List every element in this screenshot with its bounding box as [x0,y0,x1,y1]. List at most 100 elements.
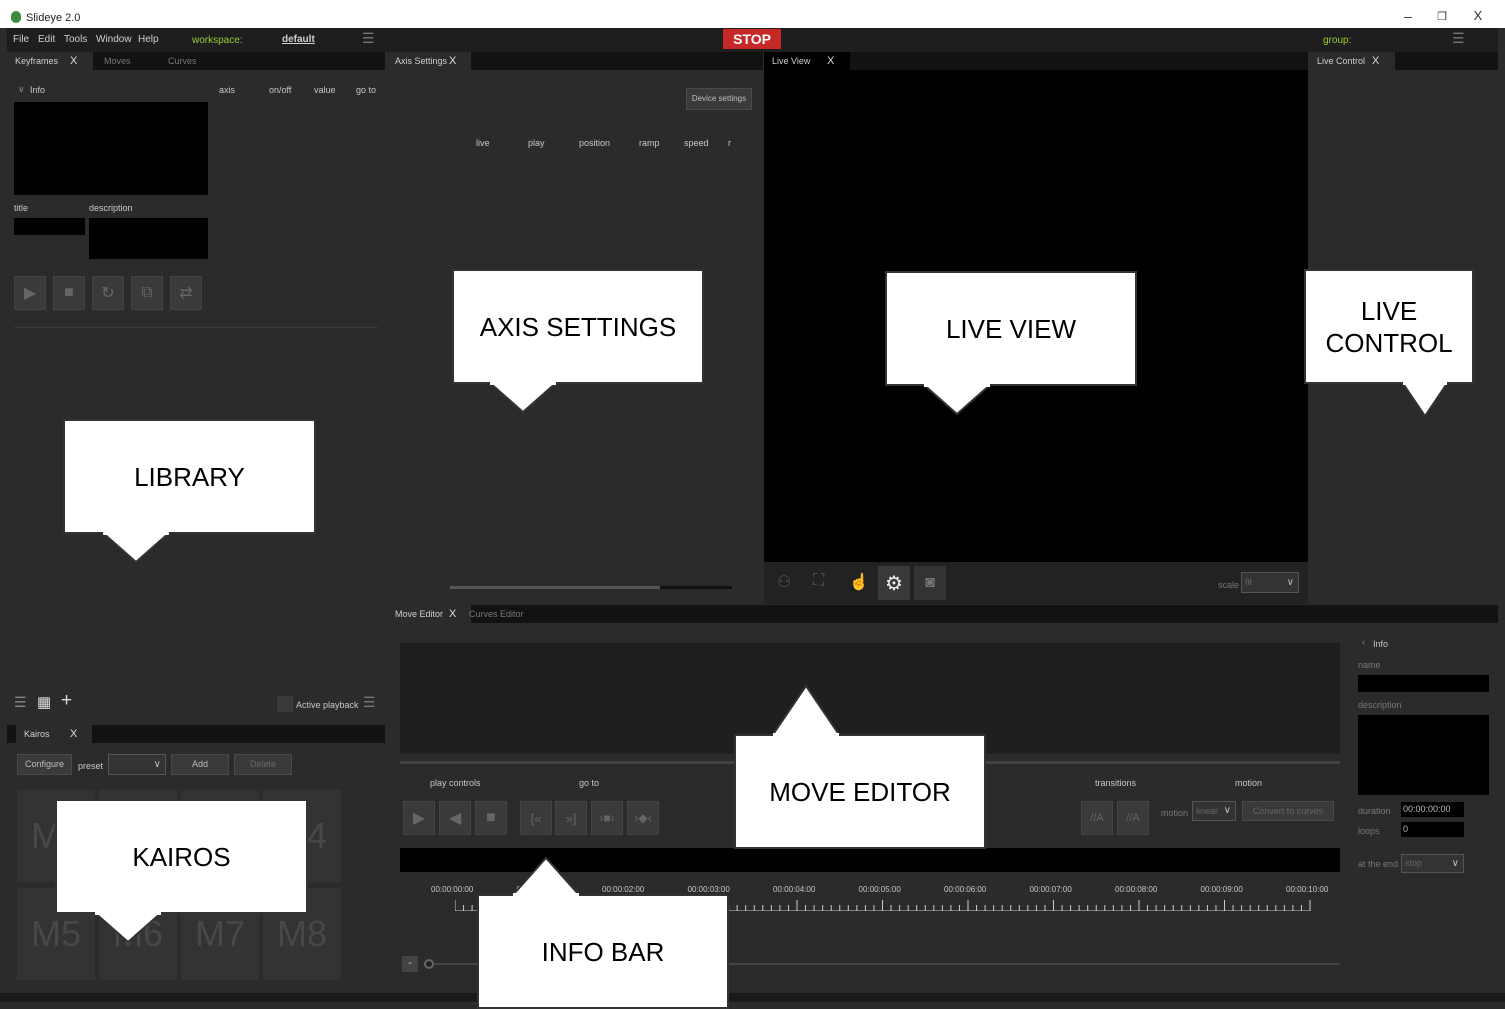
stop-button[interactable]: STOP [723,29,781,49]
group-menu-icon[interactable]: ☰ [1452,30,1465,47]
restore-button[interactable]: ❐ [1432,10,1452,23]
goto-start-icon: [« [530,810,542,826]
timecode-label: 00:00:06:00 [944,885,987,894]
at-the-end-select[interactable]: stop ∨ [1401,854,1464,873]
callout-info-bar: INFO BAR [477,894,729,1009]
tab-live-control[interactable]: Live Control [1309,52,1395,70]
video-camera-icon[interactable]: ⚇ [777,572,791,592]
column-speed: speed [684,138,709,148]
tab-curves-editor[interactable]: Curves Editor [461,605,524,623]
tab-move-editor[interactable]: Move Editor [387,605,471,623]
plus-icon[interactable]: + [61,690,72,712]
motion-select[interactable]: linear ∨ [1192,801,1236,821]
callout-live-control-line1: LIVE [1360,295,1418,326]
close-axis-tab-icon[interactable]: X [449,52,456,70]
tab-curves[interactable]: Curves [160,52,197,70]
reverse-move-button[interactable]: ◀ [439,801,471,835]
column-onoff: on/off [269,85,292,95]
stop-move-button[interactable]: ■ [475,801,507,835]
touch-icon[interactable]: ☝ [849,572,869,592]
capture-keyframe-button[interactable]: ⧉ [131,276,163,310]
transition-out-button[interactable]: //A [1117,801,1149,835]
axis-tabstrip: Axis Settings X [387,52,763,70]
chevron-down-icon: ∨ [153,759,161,770]
settings-button[interactable]: ⚙ [878,566,910,600]
live-view-tabstrip: Live View X [764,52,1308,70]
motion-value: linear [1196,806,1219,816]
at-the-end-value: stop [1405,858,1423,868]
close-move-editor-tab-icon[interactable]: X [449,605,456,623]
title-input[interactable] [14,218,85,235]
active-playback-checkbox[interactable] [277,696,293,712]
convert-to-curves-button[interactable]: Convert to curves [1242,801,1334,821]
description-side-label: description [1358,700,1402,710]
goto-out-button[interactable]: ›◆‹ [627,801,659,835]
update-keyframe-button[interactable]: ⇄ [170,276,202,310]
axis-horizontal-scrollbar[interactable] [450,586,660,589]
focus-icon[interactable]: ⛶ [813,572,824,590]
zoom-out-button[interactable]: - [402,956,418,972]
stop-keyframe-button[interactable]: ■ [53,276,85,310]
menu-help[interactable]: Help [138,34,159,45]
gear-icon: ⚙ [885,572,903,595]
name-input[interactable] [1358,675,1489,692]
description-side-input[interactable] [1358,715,1489,795]
list-view-icon[interactable]: ☰ [14,694,27,711]
scale-select[interactable]: fit ∨ [1241,572,1299,593]
loops-input[interactable]: 0 [1401,822,1464,837]
loops-label: loops [1358,826,1380,836]
goto-in-button[interactable]: ›■‹ [591,801,623,835]
workspace-selector[interactable]: default [282,34,315,45]
goto-start-button[interactable]: [« [520,801,552,835]
menu-tools[interactable]: Tools [64,34,87,45]
timecode-label: 00:00:09:00 [1200,885,1243,894]
loop-keyframe-button[interactable]: ↻ [92,276,124,310]
goto-end-button[interactable]: »] [555,801,587,835]
workspace-menu-icon[interactable]: ☰ [362,30,375,47]
snapshot-button[interactable]: ◙ [914,566,946,600]
configure-button[interactable]: Configure [17,754,72,775]
close-live-view-tab-icon[interactable]: X [827,52,834,70]
play-keyframe-button[interactable]: ▶ [14,276,46,310]
tab-moves[interactable]: Moves [96,52,131,70]
callout-library: LIBRARY [63,419,316,534]
close-live-control-tab-icon[interactable]: X [1372,52,1379,70]
column-live: live [476,138,490,148]
library-menu-icon[interactable]: ☰ [363,694,376,711]
title-bar: Slideye 2.0 – ❐ X [0,0,1505,28]
info-back-icon[interactable]: ‹ [1362,637,1365,647]
play-move-button[interactable]: ▶ [403,801,435,835]
device-settings-button[interactable]: Device settings [686,88,752,110]
tab-axis-settings[interactable]: Axis Settings [387,52,471,70]
duration-input[interactable]: 00:00:00:00 [1401,802,1464,817]
close-keyframes-tab-icon[interactable]: X [70,52,77,70]
description-input[interactable] [89,218,208,259]
app-title: Slideye 2.0 [26,12,81,24]
tab-live-view[interactable]: Live View [764,52,850,70]
column-r: r [728,138,731,148]
grid-view-icon[interactable]: ▦ [37,693,51,711]
tab-keyframes[interactable]: Keyframes [7,52,93,70]
info-side-label: Info [1373,639,1389,649]
minimize-button[interactable]: – [1398,8,1418,24]
callout-live-control: LIVE CONTROL [1304,269,1474,384]
zoom-slider-handle[interactable] [424,959,434,969]
close-kairos-tab-icon[interactable]: X [70,725,77,743]
library-panel: Keyframes X Moves Curves ∨ Info axis on/… [7,52,385,725]
callout-library-pointer [100,532,172,564]
keyframe-thumbnail [14,102,208,195]
add-button[interactable]: Add [171,754,229,775]
reverse-icon: ◀ [448,810,462,827]
delete-button[interactable]: Delete [234,754,292,775]
close-window-button[interactable]: X [1468,8,1488,23]
info-collapse-icon[interactable]: ∨ [18,84,25,95]
menu-window[interactable]: Window [96,34,132,45]
tab-kairos[interactable]: Kairos [16,725,92,743]
transition-in-button[interactable]: //A [1081,801,1113,835]
preset-label: preset [78,761,104,771]
menu-edit[interactable]: Edit [38,34,55,45]
column-play: play [528,138,545,148]
preset-select[interactable]: ∨ [108,754,166,775]
title-label: title [14,203,29,213]
menu-file[interactable]: File [13,34,29,45]
